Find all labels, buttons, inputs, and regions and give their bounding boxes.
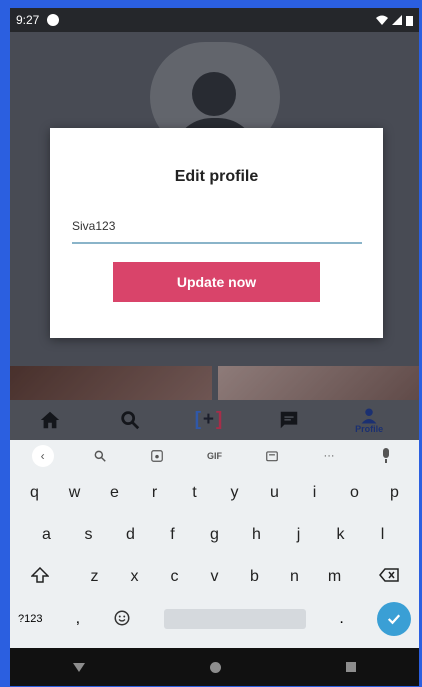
key-u[interactable]: u	[255, 484, 295, 502]
keyboard-row-3: z x c v b n m	[10, 556, 419, 598]
keyboard-search-button[interactable]	[84, 449, 116, 463]
home-button-icon[interactable]	[209, 661, 221, 673]
key-l[interactable]: l	[362, 526, 404, 544]
soft-keyboard: ‹ GIF ··· q w e r t y u i o p a s d f g …	[10, 440, 419, 648]
key-z[interactable]: z	[75, 568, 115, 586]
keyboard-row-2: a s d f g h j k l	[10, 514, 419, 556]
system-nav-bar	[10, 648, 419, 686]
clipboard-icon	[265, 451, 278, 462]
shift-key[interactable]	[20, 566, 60, 588]
gif-button[interactable]: GIF	[198, 451, 230, 461]
shift-icon	[30, 566, 50, 583]
key-h[interactable]: h	[236, 526, 278, 544]
wifi-icon	[376, 15, 388, 25]
phone-screen: 9:27 [+] Profile Edit profile Siva123 Up…	[10, 8, 419, 686]
key-w[interactable]: w	[55, 484, 95, 502]
period-key[interactable]: .	[339, 610, 343, 628]
username-input[interactable]	[72, 210, 362, 244]
check-icon	[387, 614, 401, 625]
clipboard-button[interactable]	[256, 449, 288, 463]
dialog-title: Edit profile	[174, 168, 259, 185]
key-x[interactable]: x	[115, 568, 155, 586]
key-c[interactable]: c	[155, 568, 195, 586]
keyboard-row-1: q w e r t y u i o p	[10, 472, 419, 514]
key-t[interactable]: t	[175, 484, 215, 502]
recents-icon[interactable]	[346, 662, 357, 672]
enter-key[interactable]	[376, 602, 411, 636]
key-j[interactable]: j	[278, 526, 320, 544]
backspace-key[interactable]	[369, 567, 409, 587]
update-now-button[interactable]: Update now	[113, 262, 320, 302]
microphone-icon	[383, 448, 390, 463]
key-a[interactable]: a	[26, 526, 68, 544]
space-key[interactable]	[164, 609, 307, 629]
signal-icon	[392, 15, 402, 25]
key-m[interactable]: m	[315, 568, 355, 586]
symbols-key[interactable]: ?123	[18, 613, 42, 625]
key-r[interactable]: r	[135, 484, 175, 502]
comma-key[interactable]: ,	[76, 610, 80, 628]
key-q[interactable]: q	[15, 484, 55, 502]
emoji-key[interactable]	[113, 609, 131, 630]
voice-input-button[interactable]	[370, 448, 402, 464]
key-s[interactable]: s	[68, 526, 110, 544]
chevron-left-icon: ‹	[31, 445, 54, 467]
key-p[interactable]: p	[375, 484, 415, 502]
back-icon[interactable]	[72, 662, 85, 672]
battery-icon	[406, 15, 413, 26]
more-options-button[interactable]: ···	[313, 450, 345, 462]
key-d[interactable]: d	[110, 526, 152, 544]
key-i[interactable]: i	[295, 484, 335, 502]
key-g[interactable]: g	[194, 526, 236, 544]
key-y[interactable]: y	[215, 484, 255, 502]
letter-keys: z x c v b n m	[75, 568, 355, 586]
key-n[interactable]: n	[275, 568, 315, 586]
key-f[interactable]: f	[152, 526, 194, 544]
search-icon	[94, 450, 106, 462]
sticker-icon	[151, 450, 164, 462]
key-b[interactable]: b	[235, 568, 275, 586]
backspace-icon	[379, 567, 399, 582]
key-o[interactable]: o	[335, 484, 375, 502]
status-time: 9:27	[16, 13, 40, 27]
key-k[interactable]: k	[320, 526, 362, 544]
edit-profile-dialog: Edit profile Update now	[50, 128, 383, 338]
sticker-button[interactable]	[141, 449, 173, 463]
keyboard-row-4: ?123 , .	[10, 598, 419, 640]
keyboard-toolbar: ‹ GIF ···	[10, 440, 419, 472]
emoji-icon	[114, 610, 130, 625]
notification-icon	[47, 14, 60, 26]
key-e[interactable]: e	[95, 484, 135, 502]
key-v[interactable]: v	[195, 568, 235, 586]
keyboard-back-button[interactable]: ‹	[27, 445, 59, 467]
status-bar: 9:27	[10, 8, 419, 32]
